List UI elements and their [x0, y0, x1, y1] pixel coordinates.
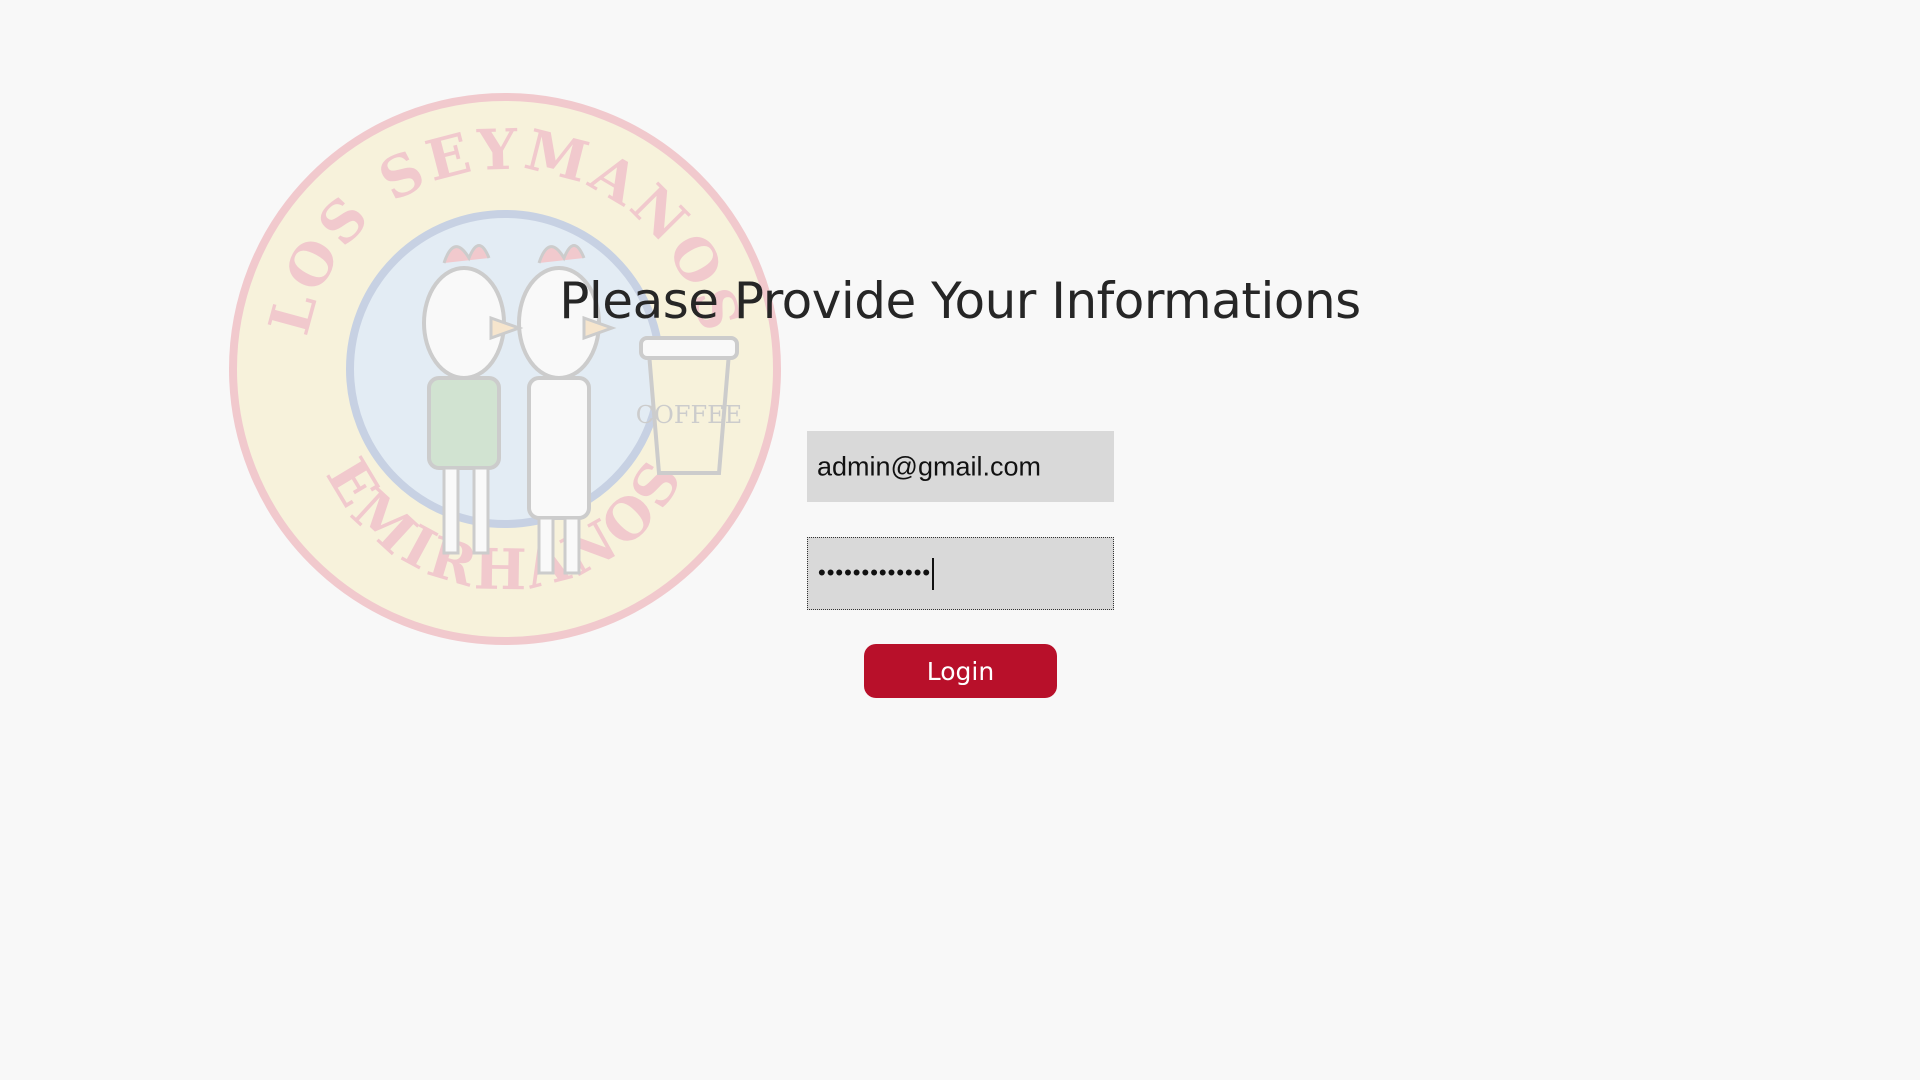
los-seymanos-logo: LOS SEYMANOS EMIRHANOS COFFEE: [229, 93, 781, 645]
text-caret: [932, 557, 935, 590]
svg-text:COFFEE: COFFEE: [636, 401, 742, 429]
login-page: LOS SEYMANOS EMIRHANOS COFFEE Please Pro…: [0, 0, 1920, 1080]
email-value: admin@gmail.com: [817, 451, 1041, 481]
password-value: •••••••••••••: [818, 557, 935, 590]
password-field[interactable]: •••••••••••••: [807, 537, 1114, 610]
email-field[interactable]: admin@gmail.com: [807, 431, 1114, 502]
login-button[interactable]: Login: [864, 644, 1057, 698]
page-title: Please Provide Your Informations: [559, 272, 1361, 330]
